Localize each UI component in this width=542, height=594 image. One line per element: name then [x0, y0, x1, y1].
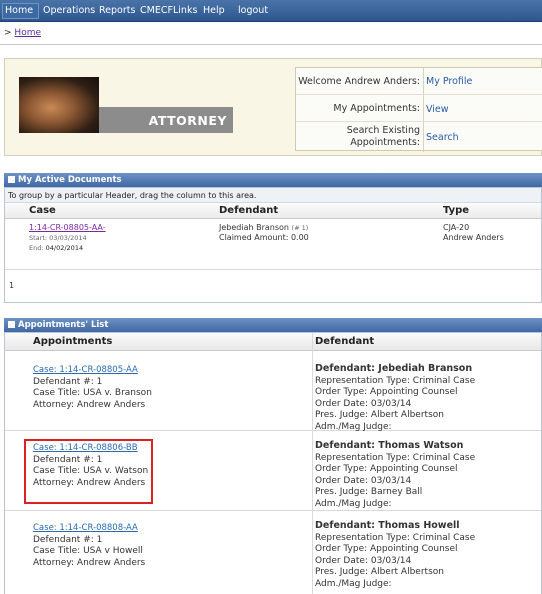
- order-date: Order Date: 03/03/14: [315, 398, 412, 409]
- order-date: Order Date: 03/03/14: [315, 555, 412, 566]
- column-header-appointments[interactable]: Appointments: [33, 336, 112, 347]
- collapse-icon[interactable]: [8, 176, 15, 183]
- magistrate-judge: Adm./Mag Judge:: [315, 498, 392, 509]
- presiding-judge: Pres. Judge: Albert Albertson: [315, 410, 444, 420]
- order-type: Order Type: Appointing Counsel: [315, 464, 458, 474]
- attorney-hands-image: [19, 77, 99, 133]
- order-type: Order Type: Appointing Counsel: [315, 387, 458, 397]
- breadcrumb-divider: [0, 44, 542, 45]
- document-defendant-name: Jebediah Branson: [219, 223, 289, 232]
- welcome-label: Welcome Andrew Anders:: [298, 76, 420, 87]
- document-end: End: 04/02/2014: [29, 244, 84, 252]
- nav-reports[interactable]: Reports: [99, 5, 135, 16]
- active-documents-title-bar[interactable]: My Active Documents: [4, 173, 542, 187]
- defendant-name: Defendant: Thomas Howell: [315, 520, 460, 531]
- appointment-row: Case: 1:14-CR-08805-AA Defendant #: 1 Ca…: [5, 351, 541, 433]
- role-banner: ATTORNEY: [99, 107, 233, 133]
- breadcrumb: > Home: [4, 28, 41, 38]
- nav-help[interactable]: Help: [203, 5, 225, 16]
- my-profile-link[interactable]: My Profile: [426, 76, 472, 87]
- search-appointments-link[interactable]: Search: [426, 132, 459, 143]
- column-header-appt-defendant[interactable]: Defendant: [315, 336, 374, 347]
- appointment-case-title: Case Title: USA v. Branson: [33, 388, 152, 398]
- search-label-line2: Appointments:: [350, 137, 420, 148]
- breadcrumb-home-link[interactable]: Home: [14, 28, 41, 38]
- appointment-defendant-number: Defendant #: 1: [33, 376, 103, 387]
- magistrate-judge: Adm./Mag Judge:: [315, 578, 392, 589]
- column-header-defendant[interactable]: Defendant: [219, 205, 278, 216]
- defendant-name: Defendant: Thomas Watson: [315, 440, 464, 451]
- nav-links[interactable]: Links: [173, 5, 197, 16]
- document-claimed-amount: Claimed Amount: 0.00: [219, 233, 309, 242]
- order-type: Order Type: Appointing Counsel: [315, 544, 458, 554]
- document-row-type: CJA-20 Andrew Anders: [443, 223, 504, 243]
- document-row-divider: [5, 269, 541, 270]
- appointments-title: Appointments' List: [18, 320, 109, 330]
- appointment-attorney: Attorney: Andrew Anders: [33, 557, 146, 568]
- pager-page-1[interactable]: 1: [9, 281, 14, 291]
- document-attorney: Andrew Anders: [443, 233, 504, 242]
- defendant-name: Defendant: Jebediah Branson: [315, 363, 473, 374]
- appointment-case-title: Case Title: USA v Howell: [33, 546, 143, 556]
- appointment-defendant-number: Defendant #: 1: [33, 534, 103, 545]
- active-documents-grid: To group by a particular Header, drag th…: [4, 187, 542, 303]
- collapse-icon[interactable]: [8, 321, 15, 328]
- breadcrumb-separator: >: [4, 28, 12, 38]
- welcome-row-search: Search Existing Appointments: Search: [296, 122, 542, 149]
- welcome-box: Welcome Andrew Anders: My Profile My App…: [295, 67, 542, 152]
- document-type: CJA-20: [443, 223, 470, 232]
- appointments-title-bar[interactable]: Appointments' List: [4, 318, 542, 332]
- nav-operations[interactable]: Operations: [43, 5, 95, 16]
- appointment-case-link[interactable]: Case: 1:14-CR-08805-AA: [33, 365, 138, 375]
- appointment-info: Case: 1:14-CR-08808-AA Defendant #: 1 Ca…: [33, 523, 293, 569]
- presiding-judge: Pres. Judge: Albert Albertson: [315, 567, 444, 577]
- column-header-type[interactable]: Type: [443, 205, 469, 216]
- top-nav-bar: Home Operations Reports CMECF Links Help…: [0, 0, 542, 22]
- nav-home[interactable]: Home: [5, 5, 33, 16]
- welcome-row-appointments: My Appointments: View: [296, 95, 542, 122]
- page: Home Operations Reports CMECF Links Help…: [0, 0, 542, 594]
- appointment-defendant-info: Defendant: Thomas Howell Representation …: [315, 520, 541, 590]
- appointments-label: My Appointments:: [333, 103, 420, 114]
- welcome-row-profile: Welcome Andrew Anders: My Profile: [296, 68, 542, 95]
- view-appointments-link[interactable]: View: [426, 104, 449, 115]
- appointments-header-row: Appointments Defendant: [5, 333, 541, 351]
- representation-type: Representation Type: Criminal Case: [315, 452, 476, 463]
- document-start: Start: 03/03/2014: [29, 234, 87, 242]
- active-documents-header-row: Case Defendant Type: [5, 204, 541, 219]
- nav-logout[interactable]: logout: [238, 5, 268, 16]
- appointment-row: Case: 1:14-CR-08808-AA Defendant #: 1 Ca…: [5, 511, 541, 594]
- document-case-link[interactable]: 1:14-CR-08805-AA-: [29, 223, 106, 232]
- group-by-area[interactable]: To group by a particular Header, drag th…: [5, 188, 541, 203]
- nav-cmecf[interactable]: CMECF: [140, 5, 173, 16]
- highlight-box: [24, 439, 153, 504]
- appointment-info: Case: 1:14-CR-08805-AA Defendant #: 1 Ca…: [33, 365, 293, 411]
- document-row-defendant: Jebediah Branson (# 1) Claimed Amount: 0…: [219, 223, 309, 243]
- appointment-attorney: Attorney: Andrew Anders: [33, 399, 146, 410]
- header-panel: ATTORNEY Welcome Andrew Anders: My Profi…: [4, 58, 542, 156]
- appointment-case-link[interactable]: Case: 1:14-CR-08808-AA: [33, 523, 138, 533]
- order-date: Order Date: 03/03/14: [315, 475, 412, 486]
- representation-type: Representation Type: Criminal Case: [315, 532, 476, 543]
- column-header-case[interactable]: Case: [29, 205, 56, 216]
- appointment-defendant-info: Defendant: Thomas Watson Representation …: [315, 440, 541, 510]
- document-defendant-number: (# 1): [291, 224, 309, 232]
- magistrate-judge: Adm./Mag Judge:: [315, 421, 392, 432]
- active-documents-title: My Active Documents: [18, 175, 122, 185]
- appointment-defendant-info: Defendant: Jebediah Branson Representati…: [315, 363, 541, 433]
- document-row-case: 1:14-CR-08805-AA- Start: 03/03/2014 End:…: [29, 223, 106, 253]
- representation-type: Representation Type: Criminal Case: [315, 375, 476, 386]
- search-label-line1: Search Existing: [346, 125, 420, 136]
- presiding-judge: Pres. Judge: Barney Ball: [315, 487, 423, 497]
